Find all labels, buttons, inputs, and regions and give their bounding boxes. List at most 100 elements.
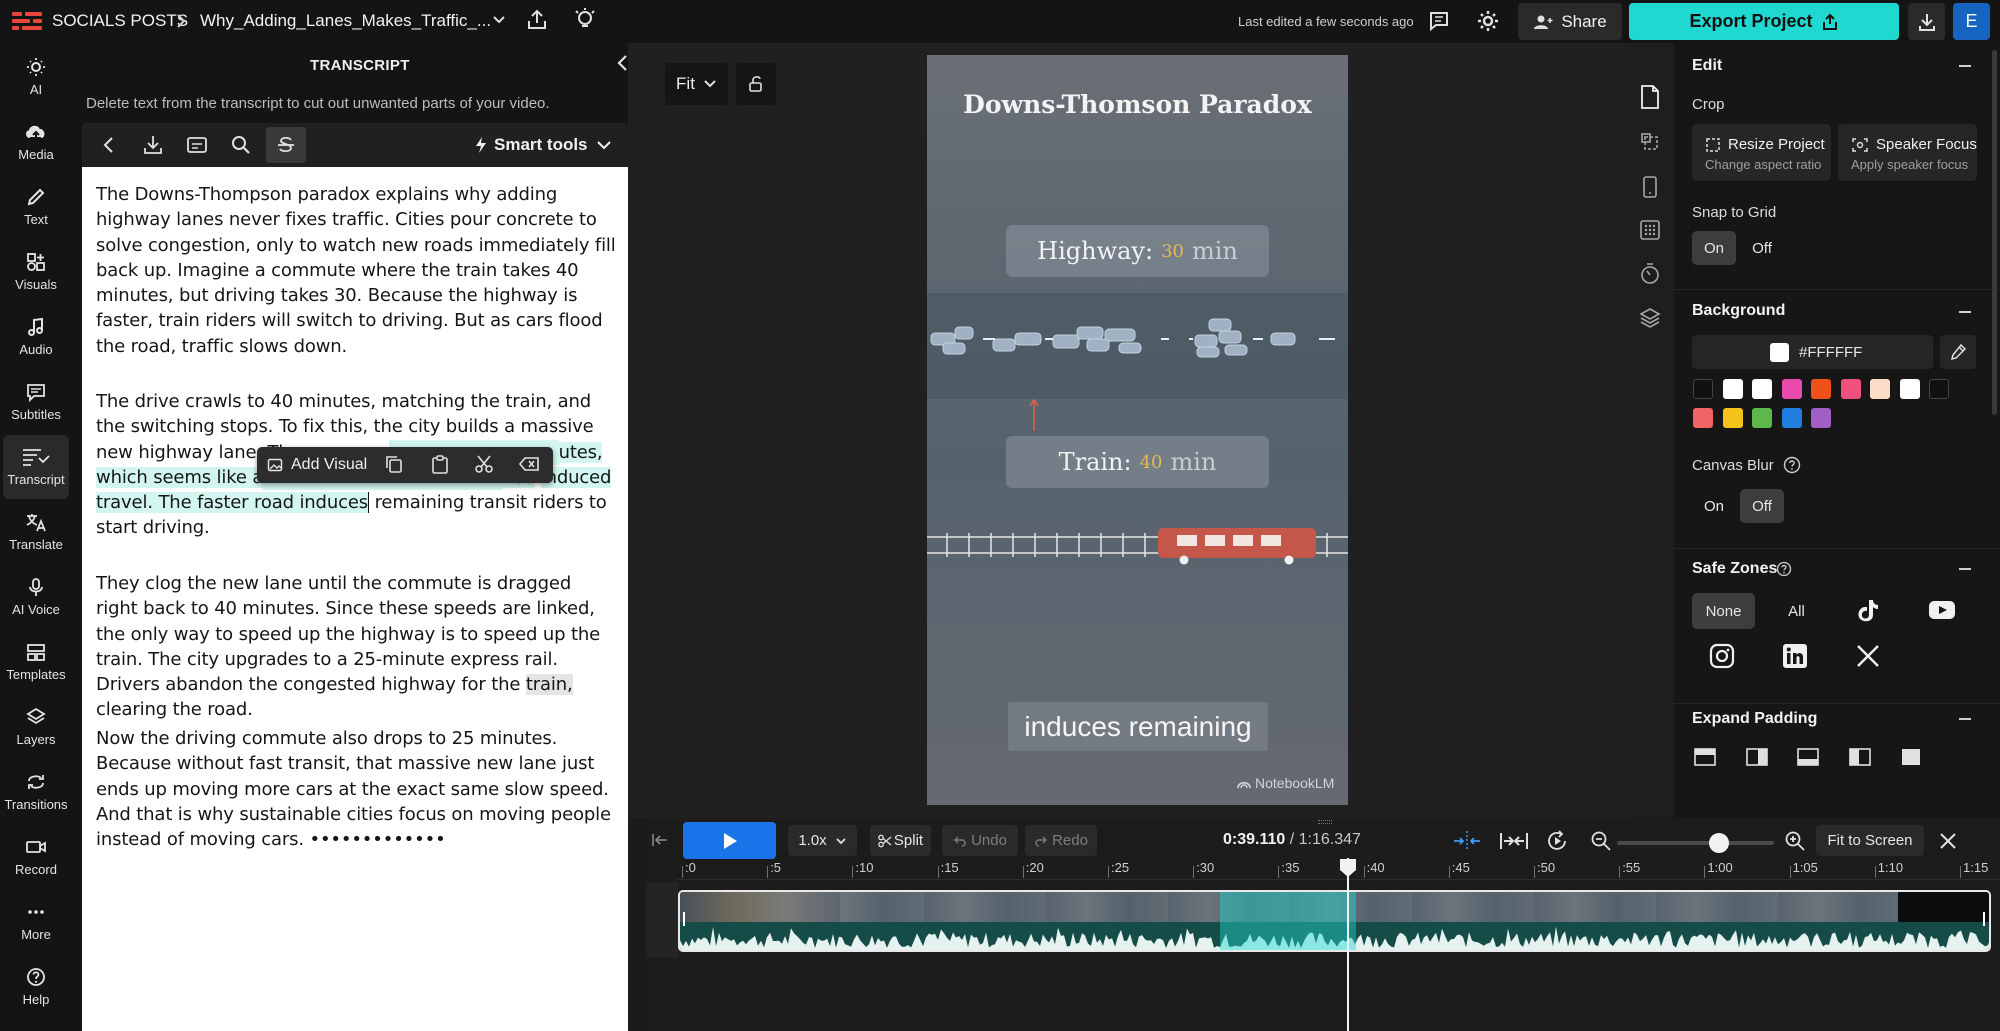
instagram-icon[interactable] (1709, 643, 1735, 669)
youtube-icon[interactable] (1928, 600, 1956, 620)
color-swatch[interactable] (1752, 379, 1772, 399)
resize-project-button[interactable]: Resize Project Change aspect ratio (1692, 124, 1831, 181)
nav-item-visuals[interactable]: Visuals (0, 240, 72, 304)
strikethrough-button[interactable] (266, 127, 306, 163)
padding-right-icon[interactable] (1746, 748, 1768, 766)
collapse-safe-zones-icon[interactable] (1959, 568, 1971, 570)
color-swatch[interactable] (1811, 379, 1831, 399)
help-icon[interactable] (1783, 456, 1801, 474)
fit-dropdown[interactable]: Fit (665, 63, 728, 105)
fit-tracks-icon[interactable] (1499, 830, 1529, 852)
help-icon[interactable] (1776, 561, 1792, 577)
color-swatch[interactable] (1722, 379, 1743, 399)
transcript-word-selected[interactable]: train, (525, 674, 573, 696)
nav-item-templates[interactable]: Templates (0, 630, 72, 694)
blur-off-toggle[interactable]: Off (1740, 489, 1784, 523)
chevron-down-icon[interactable] (492, 13, 506, 27)
nav-item-help[interactable]: Help (0, 955, 72, 1019)
transcript-paragraph[interactable]: Now the driving commute also drops to 25… (96, 726, 616, 852)
phone-icon[interactable] (1641, 175, 1659, 199)
captions-icon[interactable] (186, 135, 208, 155)
video-canvas[interactable]: Downs-Thomson Paradox Highway: 30 min Tr… (927, 55, 1348, 805)
safe-zone-all[interactable]: All (1765, 593, 1828, 629)
download-transcript-icon[interactable] (142, 134, 164, 156)
selected-segment-highlight[interactable] (1220, 892, 1356, 950)
color-swatch[interactable] (1693, 408, 1713, 428)
upload-icon[interactable] (526, 8, 548, 32)
document-icon[interactable] (1638, 84, 1662, 110)
file-name[interactable]: Why_Adding_Lanes_Makes_Traffic_... (200, 11, 491, 31)
snap-off-toggle[interactable]: Off (1740, 231, 1784, 265)
blur-on-toggle[interactable]: On (1692, 489, 1736, 523)
go-to-start-icon[interactable] (650, 831, 670, 849)
color-swatch[interactable] (1693, 379, 1713, 399)
padding-all-icon[interactable] (1901, 748, 1921, 766)
play-button[interactable] (683, 822, 776, 859)
split-button[interactable]: Split (870, 825, 931, 856)
delete-text-icon[interactable] (518, 454, 540, 474)
collapse-padding-icon[interactable] (1959, 718, 1971, 720)
zoom-out-icon[interactable] (1590, 830, 1612, 852)
padding-bottom-icon[interactable] (1797, 748, 1819, 766)
project-breadcrumb[interactable]: SOCIALS POSTS (52, 11, 188, 31)
scissors-icon[interactable] (474, 454, 494, 474)
gear-icon[interactable] (1476, 9, 1500, 33)
fit-to-screen-button[interactable]: Fit to Screen (1816, 825, 1924, 856)
grid-icon[interactable] (1639, 219, 1661, 241)
nav-item-media[interactable]: Media (0, 110, 72, 174)
zoom-in-icon[interactable] (1784, 830, 1806, 852)
smart-tools-button[interactable]: Smart tools (474, 133, 612, 157)
timeline-resize-handle[interactable] (1318, 820, 1332, 824)
timer-icon[interactable] (1639, 262, 1661, 286)
clip-trim-handle-left[interactable] (683, 912, 685, 926)
color-swatch[interactable] (1811, 408, 1831, 428)
loop-playback-icon[interactable] (1545, 829, 1569, 853)
app-logo-icon[interactable] (12, 10, 42, 32)
color-swatch[interactable] (1781, 379, 1802, 399)
linkedin-icon[interactable] (1782, 643, 1808, 669)
clip-trim-handle-right[interactable] (1983, 912, 1985, 926)
snap-on-toggle[interactable]: On (1692, 231, 1736, 265)
nav-item-audio[interactable]: Audio (0, 305, 72, 369)
nav-item-more[interactable]: More (0, 890, 72, 954)
speaker-focus-button[interactable]: Speaker Focus Apply speaker focus (1838, 124, 1977, 181)
close-icon[interactable] (1938, 831, 1958, 851)
tiktok-icon[interactable] (1856, 598, 1880, 624)
padding-top-icon[interactable] (1694, 748, 1716, 766)
safe-zone-none[interactable]: None (1692, 593, 1755, 629)
download-button[interactable] (1908, 3, 1945, 40)
transcript-paragraph[interactable]: The Downs-Thompson paradox explains why … (96, 182, 616, 359)
video-clip[interactable] (678, 890, 1991, 952)
layers-icon[interactable] (1639, 307, 1661, 329)
color-swatch[interactable] (1781, 408, 1802, 428)
color-swatch[interactable] (1870, 379, 1890, 399)
share-button[interactable]: Share (1518, 3, 1622, 40)
snap-magnet-icon[interactable] (1452, 830, 1482, 852)
nav-item-layers[interactable]: Layers (0, 695, 72, 759)
undo-button[interactable]: Undo (942, 825, 1018, 856)
redo-button[interactable]: Redo (1025, 825, 1097, 856)
background-color-field[interactable]: #FFFFFF (1692, 335, 1933, 369)
transcript-paragraph[interactable]: They clog the new lane until the commute… (96, 571, 616, 723)
zoom-slider-thumb[interactable] (1709, 833, 1730, 853)
padding-left-icon[interactable] (1849, 748, 1871, 766)
comments-icon[interactable] (1428, 10, 1450, 32)
nav-item-record[interactable]: Record (0, 825, 72, 889)
color-swatch[interactable] (1752, 408, 1772, 428)
avatar[interactable]: E (1953, 3, 1990, 40)
unlock-button[interactable] (736, 63, 776, 105)
speed-dropdown[interactable]: 1.0x (788, 825, 857, 856)
nav-item-transitions[interactable]: Transitions (0, 760, 72, 824)
collapse-edit-icon[interactable] (1959, 65, 1971, 67)
color-swatch[interactable] (1840, 379, 1861, 399)
crop-icon[interactable] (1639, 131, 1661, 153)
color-swatch[interactable] (1929, 379, 1949, 399)
zoom-slider[interactable] (1617, 833, 1774, 853)
nav-item-ai-voice[interactable]: AI Voice (0, 565, 72, 629)
search-icon[interactable] (230, 134, 252, 156)
paste-icon[interactable] (430, 454, 450, 474)
eyedropper-button[interactable] (1940, 335, 1976, 369)
lightbulb-icon[interactable] (573, 7, 597, 31)
copy-icon[interactable] (384, 454, 404, 474)
nav-item-translate[interactable]: Translate (0, 500, 72, 564)
